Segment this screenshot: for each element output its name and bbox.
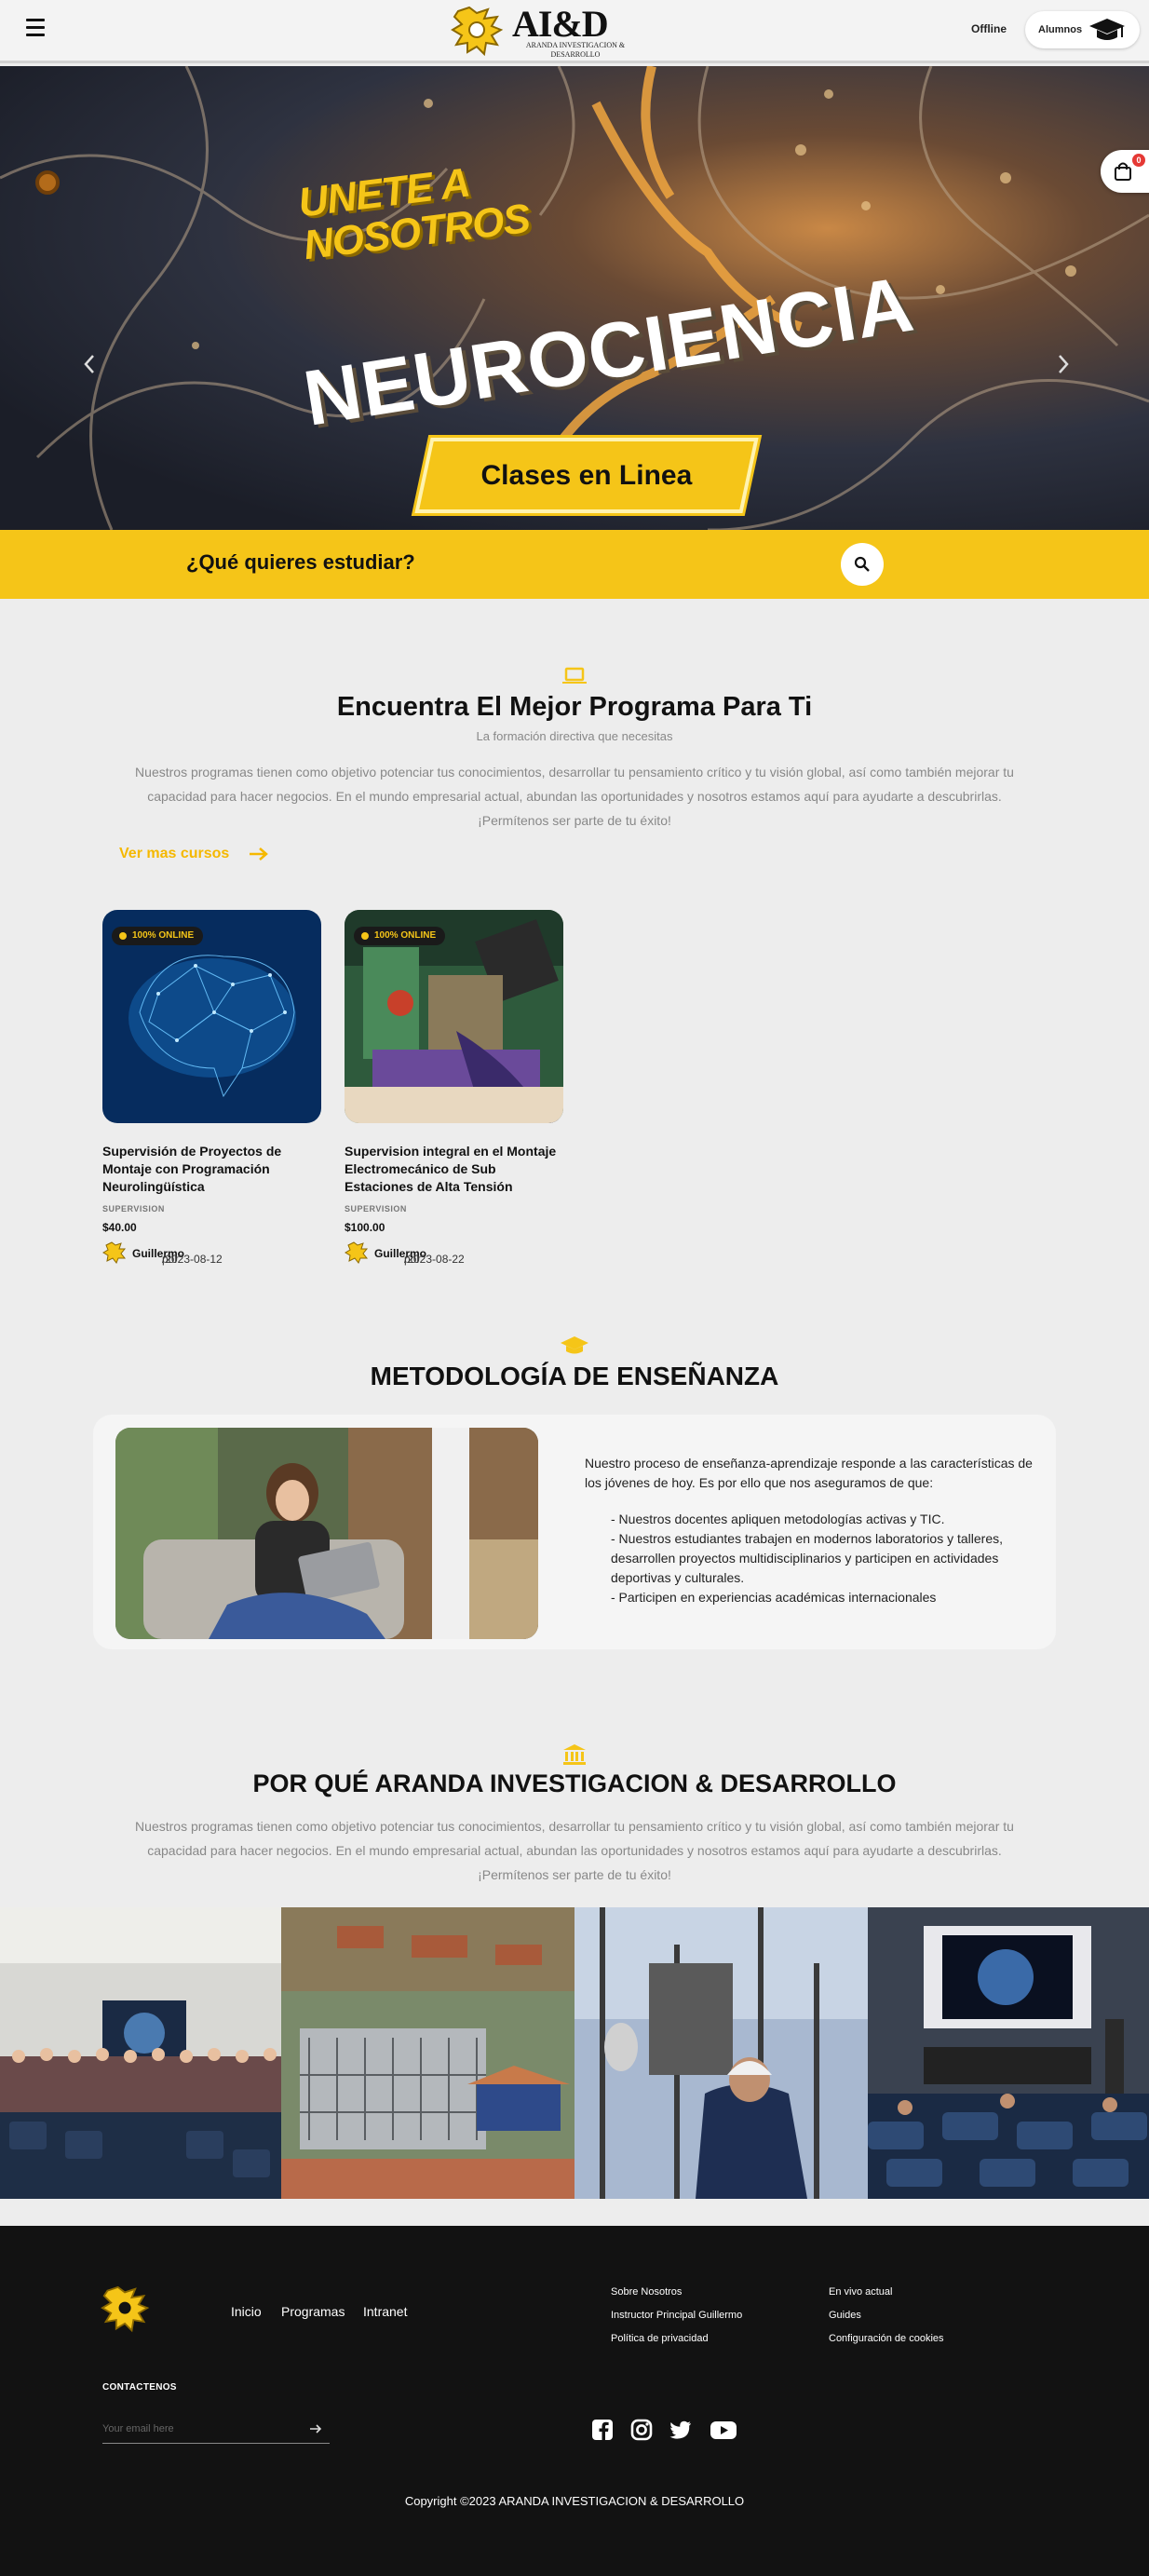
methodology-list: - Nuestros docentes apliquen metodología…: [611, 1510, 1048, 1607]
search-icon: [854, 556, 870, 572]
course-title[interactable]: Supervision integral en el Montaje Elect…: [345, 1143, 563, 1196]
programs-description: Nuestros programas tienen como objetivo …: [135, 765, 1014, 828]
course-image[interactable]: 100% ONLINE: [345, 910, 563, 1123]
methodology-point: - Nuestros docentes apliquen metodología…: [611, 1512, 945, 1526]
lion-logo-icon: [451, 6, 504, 57]
online-badge: 100% ONLINE: [112, 927, 204, 945]
course-title[interactable]: Supervisión de Proyectos de Montaje con …: [102, 1143, 321, 1196]
cart-button[interactable]: 0: [1101, 150, 1149, 193]
slider-indicator-dot[interactable]: [35, 170, 60, 195]
institution-icon: [563, 1744, 586, 1765]
methodology-intro: Nuestro proceso de enseñanza-aprendizaje…: [585, 1456, 1033, 1490]
instagram-icon[interactable]: [629, 2418, 654, 2442]
graduation-cap-accent-icon: [561, 1336, 588, 1354]
laptop-icon: [562, 667, 587, 684]
course-image[interactable]: 100% ONLINE: [102, 910, 321, 1123]
logo-subtitle: ARANDA INVESTIGACION & DESARROLLO: [525, 41, 626, 59]
footer-link-privacy[interactable]: Política de privacidad: [611, 2333, 709, 2344]
author-avatar-icon: [345, 1241, 369, 1264]
hamburger-menu-icon[interactable]: [26, 19, 45, 37]
footer-nav-inicio[interactable]: Inicio: [231, 2304, 262, 2319]
footer-link-about[interactable]: Sobre Nosotros: [611, 2286, 682, 2298]
site-footer: Inicio Programas Intranet Sobre Nosotros…: [0, 2226, 1149, 2576]
arrow-right-icon: [249, 847, 268, 861]
gallery-photo-engineer: [574, 1907, 868, 2199]
why-description: Nuestros programas tienen como objetivo …: [135, 1819, 1014, 1882]
course-category: SUPERVISION: [345, 1204, 407, 1213]
methodology-point: - Nuestros estudiantes trabajen en moder…: [611, 1531, 1003, 1585]
slider-next-arrow-icon[interactable]: [1054, 350, 1073, 378]
footer-lion-logo-icon[interactable]: [101, 2285, 151, 2334]
slider-prev-arrow-icon[interactable]: [80, 350, 99, 378]
logo-text: AI&D: [512, 3, 609, 45]
contact-heading: CONTACTENOS: [102, 2382, 177, 2393]
footer-link-live[interactable]: En vivo actual: [829, 2286, 892, 2298]
course-category: SUPERVISION: [102, 1204, 165, 1213]
programs-title: Encuentra El Mejor Programa Para Ti: [336, 692, 813, 722]
why-title: POR QUÉ ARANDA INVESTIGACION & DESARROLL…: [252, 1769, 897, 1797]
search-band: ¿Qué quieres estudiar?: [0, 530, 1149, 599]
footer-nav-intranet[interactable]: Intranet: [363, 2304, 407, 2319]
facebook-icon[interactable]: [590, 2418, 615, 2442]
twitter-icon[interactable]: [669, 2418, 693, 2442]
offline-status: Offline: [971, 22, 1007, 35]
search-button[interactable]: [841, 543, 884, 586]
site-logo[interactable]: AI&D ARANDA INVESTIGACION & DESARROLLO: [451, 3, 628, 60]
students-button[interactable]: Alumnos: [1025, 11, 1140, 48]
online-classes-label: Clases en Linea: [480, 460, 693, 491]
see-more-courses-link[interactable]: Ver mas cursos: [119, 846, 269, 862]
footer-link-cookies[interactable]: Configuración de cookies: [829, 2333, 944, 2344]
gallery-photo-substation: [281, 1907, 574, 2199]
students-label: Alumnos: [1038, 24, 1083, 35]
course-date: /2023-08-12: [162, 1253, 223, 1266]
gallery-photo-group: [0, 1907, 281, 2199]
see-more-label: Ver mas cursos: [119, 846, 230, 861]
online-classes-button[interactable]: Clases en Linea: [414, 438, 759, 513]
newsletter-email-field: [102, 2416, 330, 2444]
methodology-point: - Participen en experiencias académicas …: [611, 1590, 937, 1605]
course-price: $100.00: [345, 1221, 385, 1234]
graduation-cap-icon: [1089, 19, 1125, 40]
course-price: $40.00: [102, 1221, 137, 1234]
gallery-photo-auditorium: [868, 1907, 1149, 2199]
author-avatar-icon: [102, 1241, 127, 1264]
methodology-title: METODOLOGÍA DE ENSEÑANZA: [370, 1362, 779, 1390]
footer-nav-programas[interactable]: Programas: [281, 2304, 345, 2319]
footer-link-instructor[interactable]: Instructor Principal Guillermo: [611, 2310, 742, 2321]
top-header: AI&D ARANDA INVESTIGACION & DESARROLLO O…: [0, 0, 1149, 63]
email-input[interactable]: [102, 2420, 289, 2438]
programs-subtitle: La formación directiva que necesitas: [476, 729, 673, 743]
online-badge: 100% ONLINE: [354, 927, 446, 945]
course-date: /2023-08-22: [404, 1253, 465, 1266]
search-question: ¿Qué quieres estudiar?: [186, 550, 415, 574]
submit-arrow-icon[interactable]: [309, 2423, 322, 2434]
methodology-card: Nuestro proceso de enseñanza-aprendizaje…: [93, 1415, 1056, 1649]
cart-count-badge: 0: [1132, 154, 1145, 167]
footer-link-guides[interactable]: Guides: [829, 2310, 861, 2321]
copyright-text: Copyright ©2023 ARANDA INVESTIGACION & D…: [404, 2494, 745, 2508]
shopping-bag-icon: [1115, 162, 1131, 181]
student-photo: [115, 1428, 538, 1639]
youtube-icon[interactable]: [710, 2418, 737, 2442]
